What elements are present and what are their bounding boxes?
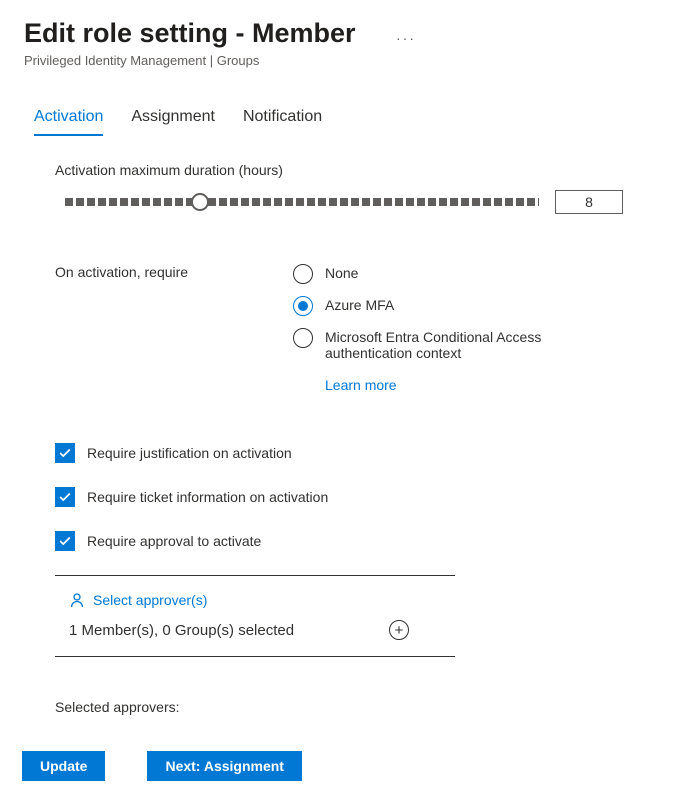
add-approver-button[interactable]: +	[389, 620, 409, 640]
more-icon[interactable]: ···	[396, 30, 416, 46]
radio-azure-mfa-label: Azure MFA	[325, 296, 394, 313]
tabs: Activation Assignment Notification	[0, 100, 678, 136]
approver-count: 1 Member(s), 0 Group(s) selected	[69, 622, 294, 639]
divider	[55, 656, 455, 657]
radio-conditional-access[interactable]: Microsoft Entra Conditional Access authe…	[293, 328, 623, 361]
slider-track	[65, 198, 539, 206]
next-assignment-button[interactable]: Next: Assignment	[147, 751, 302, 781]
checkbox-justification[interactable]: Require justification on activation	[55, 443, 623, 463]
select-approvers-link[interactable]: Select approver(s)	[69, 592, 455, 608]
radio-icon	[293, 264, 313, 284]
learn-more-link[interactable]: Learn more	[325, 377, 397, 393]
radio-azure-mfa[interactable]: Azure MFA	[293, 296, 623, 316]
divider	[55, 575, 455, 576]
duration-value[interactable]: 8	[555, 190, 623, 214]
checkbox-approval-label: Require approval to activate	[87, 533, 261, 549]
select-approvers-label: Select approver(s)	[93, 592, 207, 608]
radio-icon	[293, 328, 313, 348]
checkbox-ticket[interactable]: Require ticket information on activation	[55, 487, 623, 507]
radio-none-label: None	[325, 264, 358, 281]
check-icon	[55, 443, 75, 463]
selected-approvers-label: Selected approvers:	[55, 699, 455, 715]
update-button[interactable]: Update	[22, 751, 105, 781]
tab-assignment[interactable]: Assignment	[131, 100, 215, 136]
person-icon	[69, 592, 85, 608]
require-label: On activation, require	[55, 264, 293, 393]
slider-thumb[interactable]	[191, 193, 209, 211]
checkbox-approval[interactable]: Require approval to activate	[55, 531, 623, 551]
checkbox-ticket-label: Require ticket information on activation	[87, 489, 328, 505]
check-icon	[55, 487, 75, 507]
checkbox-justification-label: Require justification on activation	[87, 445, 292, 461]
check-icon	[55, 531, 75, 551]
breadcrumb: Privileged Identity Management | Groups	[24, 53, 654, 68]
tab-notification[interactable]: Notification	[243, 100, 322, 136]
radio-conditional-label: Microsoft Entra Conditional Access authe…	[325, 328, 623, 361]
duration-slider[interactable]	[55, 193, 539, 211]
page-title: Edit role setting - Member	[24, 18, 654, 49]
tab-activation[interactable]: Activation	[34, 100, 103, 136]
duration-label: Activation maximum duration (hours)	[55, 162, 623, 178]
radio-icon	[293, 296, 313, 316]
radio-none[interactable]: None	[293, 264, 623, 284]
